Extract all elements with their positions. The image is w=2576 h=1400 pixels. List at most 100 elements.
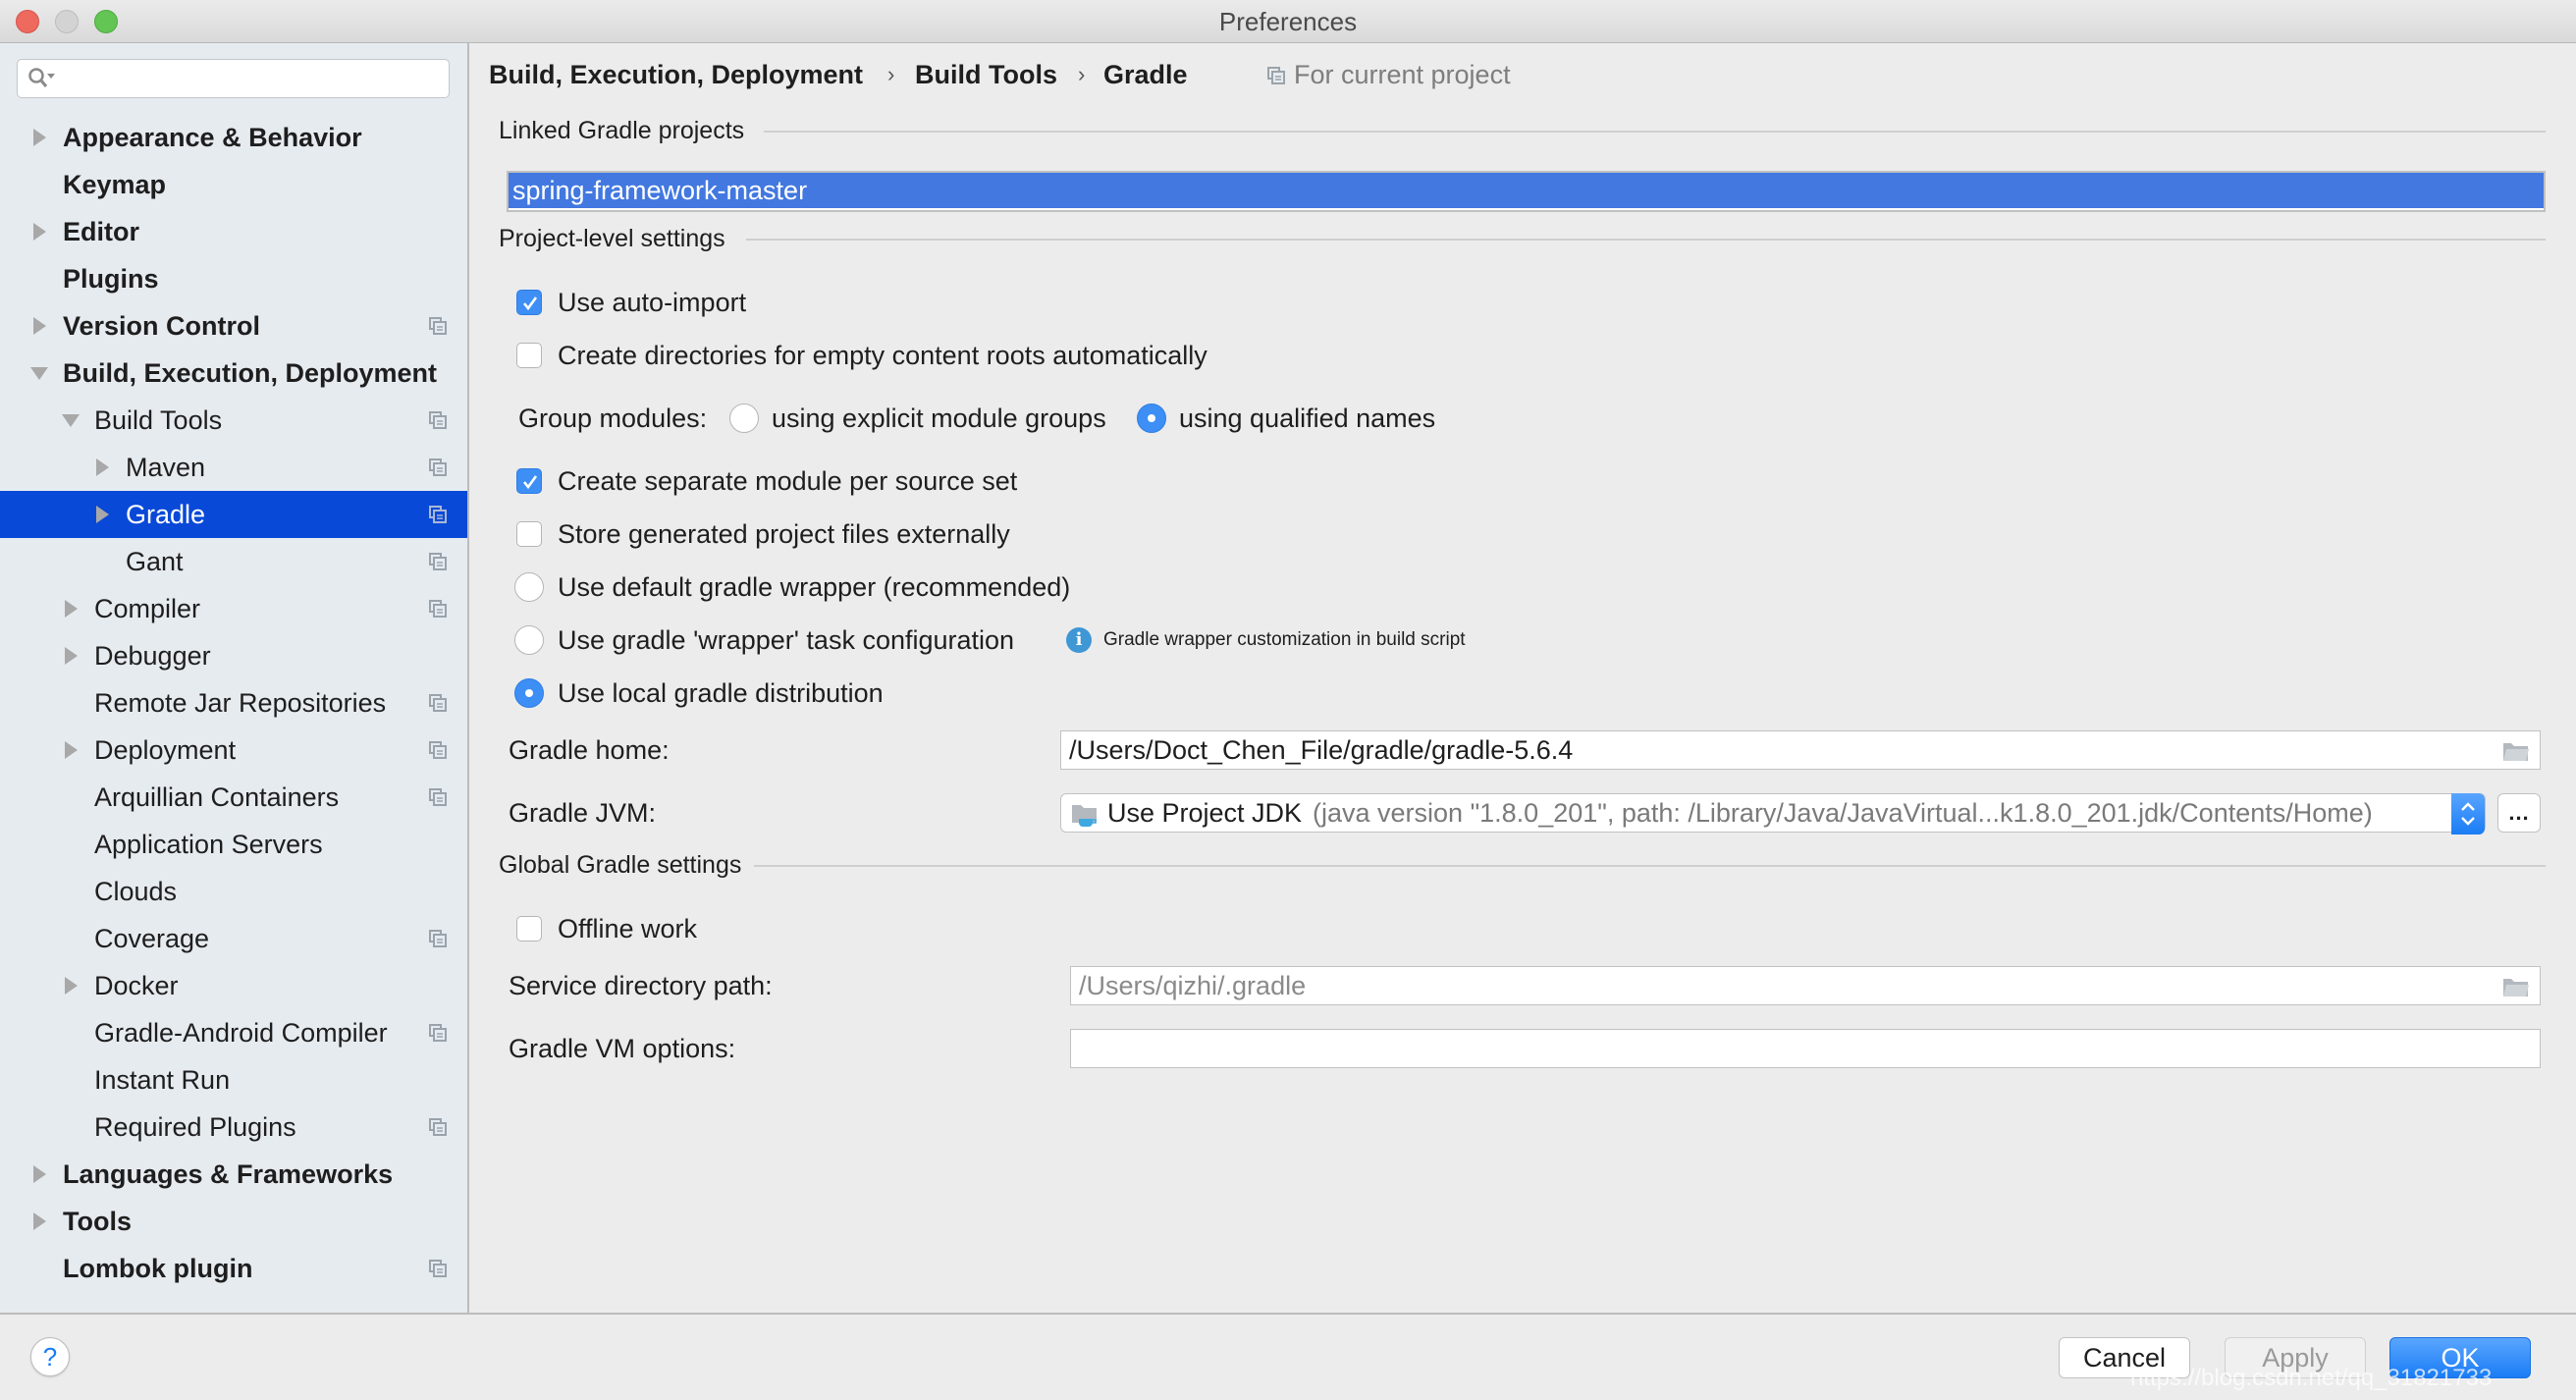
default-wrapper-label: Use default gradle wrapper (recommended) xyxy=(558,572,1071,602)
sidebar-item-maven[interactable]: Maven xyxy=(0,444,467,491)
service-dir-label: Service directory path: xyxy=(509,971,773,1000)
sidebar-item-build-execution-deployment[interactable]: Build, Execution, Deployment xyxy=(0,350,467,397)
sidebar-item-remote-jar-repositories[interactable]: Remote Jar Repositories xyxy=(0,679,467,727)
sidebar-item-label: Docker xyxy=(94,971,179,1000)
sidebar-item-compiler[interactable]: Compiler xyxy=(0,585,467,632)
sidebar-item-appearance-behavior[interactable]: Appearance & Behavior xyxy=(0,114,467,161)
triangle-right-icon[interactable] xyxy=(59,738,82,762)
triangle-right-icon[interactable] xyxy=(59,974,82,997)
sidebar-item-label: Gradle xyxy=(126,500,206,529)
create-dirs-checkbox[interactable] xyxy=(516,343,542,368)
triangle-right-icon[interactable] xyxy=(27,126,51,149)
sidebar-item-gradle-android-compiler[interactable]: Gradle-Android Compiler xyxy=(0,1009,467,1056)
linked-projects-list[interactable]: spring-framework-master xyxy=(507,171,2546,212)
gradle-jvm-combobox[interactable]: Use Project JDK (java version "1.8.0_201… xyxy=(1060,793,2486,835)
sidebar-item-label: Instant Run xyxy=(94,1065,231,1095)
group-qualified-radio[interactable] xyxy=(1137,404,1166,433)
sidebar-item-instant-run[interactable]: Instant Run xyxy=(0,1056,467,1104)
sidebar-item-editor[interactable]: Editor xyxy=(0,208,467,255)
sidebar-item-gant[interactable]: Gant xyxy=(0,538,467,585)
watermark: https://blog.csdn.net/qq_31821733 xyxy=(2130,1365,2493,1391)
create-dirs-label: Create directories for empty content roo… xyxy=(558,341,1208,370)
project-scope-icon xyxy=(429,600,447,618)
sidebar-item-label: Gradle-Android Compiler xyxy=(94,1018,388,1048)
sidebar-item-plugins[interactable]: Plugins xyxy=(0,255,467,302)
sidebar-item-gradle[interactable]: Gradle xyxy=(0,491,467,538)
checkmark-icon xyxy=(522,296,538,311)
folder-icon[interactable] xyxy=(2502,976,2530,997)
linked-project-item[interactable]: spring-framework-master xyxy=(509,173,2544,208)
group-explicit-label: using explicit module groups xyxy=(772,404,1106,433)
triangle-right-icon[interactable] xyxy=(27,1162,51,1186)
sidebar-item-label: Required Plugins xyxy=(94,1112,296,1142)
sidebar-item-label: Maven xyxy=(126,453,206,482)
sidebar-item-required-plugins[interactable]: Required Plugins xyxy=(0,1104,467,1151)
sidebar-item-label: Plugins xyxy=(63,264,159,294)
local-distribution-radio[interactable] xyxy=(514,678,544,708)
jvm-value-main: Use Project JDK xyxy=(1107,798,1303,828)
store-externally-label: Store generated project files externally xyxy=(558,519,1010,549)
footer-divider xyxy=(0,1313,2576,1315)
help-button[interactable]: ? xyxy=(30,1337,70,1376)
jvm-browse-button[interactable]: ... xyxy=(2497,793,2541,833)
project-scope-icon xyxy=(429,411,447,429)
jvm-value-detail: (java version "1.8.0_201", path: /Librar… xyxy=(1313,798,2373,828)
info-icon: i xyxy=(1066,627,1092,653)
chevron-updown-icon xyxy=(2461,802,2475,826)
project-scope-icon xyxy=(1267,67,1285,84)
sidebar-item-label: Gant xyxy=(126,547,184,576)
service-dir-field[interactable]: /Users/qizhi/.gradle xyxy=(1070,966,2541,1005)
sidebar-item-coverage[interactable]: Coverage xyxy=(0,915,467,962)
sidebar-item-label: Clouds xyxy=(94,877,178,906)
sidebar-item-build-tools[interactable]: Build Tools xyxy=(0,397,467,444)
gradle-home-field[interactable]: /Users/Doct_Chen_File/gradle/gradle-5.6.… xyxy=(1060,730,2541,770)
sidebar-item-debugger[interactable]: Debugger xyxy=(0,632,467,679)
project-scope-icon xyxy=(429,930,447,947)
triangle-right-icon[interactable] xyxy=(59,644,82,668)
offline-work-label: Offline work xyxy=(558,914,698,943)
sidebar-item-docker[interactable]: Docker xyxy=(0,962,467,1009)
sidebar-item-deployment[interactable]: Deployment xyxy=(0,727,467,774)
wrapper-task-radio[interactable] xyxy=(514,625,544,655)
gradle-home-label: Gradle home: xyxy=(509,735,670,765)
triangle-right-icon[interactable] xyxy=(90,503,114,526)
triangle-down-icon[interactable] xyxy=(59,408,82,432)
project-scope-icon xyxy=(429,317,447,335)
triangle-right-icon[interactable] xyxy=(90,456,114,479)
sidebar-item-keymap[interactable]: Keymap xyxy=(0,161,467,208)
combo-arrow-button[interactable] xyxy=(2451,793,2485,835)
jdk-folder-icon xyxy=(1072,805,1097,827)
folder-icon[interactable] xyxy=(2502,740,2530,762)
triangle-right-icon[interactable] xyxy=(27,314,51,338)
search-input[interactable] xyxy=(17,59,450,98)
sidebar-item-label: Appearance & Behavior xyxy=(63,123,362,152)
vm-options-label: Gradle VM options: xyxy=(509,1034,736,1063)
sidebar-item-clouds[interactable]: Clouds xyxy=(0,868,467,915)
triangle-down-icon[interactable] xyxy=(27,361,51,385)
separate-module-label: Create separate module per source set xyxy=(558,466,1018,496)
breadcrumb-item-build-tools[interactable]: Build Tools xyxy=(915,55,1057,94)
use-auto-import-checkbox[interactable] xyxy=(516,290,542,315)
triangle-right-icon[interactable] xyxy=(27,220,51,243)
vm-options-field[interactable] xyxy=(1070,1029,2541,1068)
sidebar-item-languages-frameworks[interactable]: Languages & Frameworks xyxy=(0,1151,467,1198)
sidebar-item-arquillian-containers[interactable]: Arquillian Containers xyxy=(0,774,467,821)
project-scope-icon xyxy=(429,1118,447,1136)
triangle-right-icon[interactable] xyxy=(27,1210,51,1233)
breadcrumb-item-build-execution-deployment[interactable]: Build, Execution, Deployment xyxy=(489,55,863,94)
separate-module-checkbox[interactable] xyxy=(516,468,542,494)
sidebar-item-application-servers[interactable]: Application Servers xyxy=(0,821,467,868)
sidebar-item-version-control[interactable]: Version Control xyxy=(0,302,467,350)
breadcrumb-separator: › xyxy=(887,62,895,86)
default-wrapper-radio[interactable] xyxy=(514,572,544,602)
store-externally-checkbox[interactable] xyxy=(516,521,542,547)
local-distribution-label: Use local gradle distribution xyxy=(558,678,884,708)
group-explicit-radio[interactable] xyxy=(729,404,759,433)
offline-work-checkbox[interactable] xyxy=(516,916,542,942)
gradle-jvm-label: Gradle JVM: xyxy=(509,798,657,828)
sidebar-item-tools[interactable]: Tools xyxy=(0,1198,467,1245)
breadcrumb-item-gradle: Gradle xyxy=(1103,60,1188,89)
sidebar-item-lombok-plugin[interactable]: Lombok plugin xyxy=(0,1245,467,1292)
triangle-right-icon[interactable] xyxy=(59,597,82,620)
search-icon xyxy=(28,68,55,87)
